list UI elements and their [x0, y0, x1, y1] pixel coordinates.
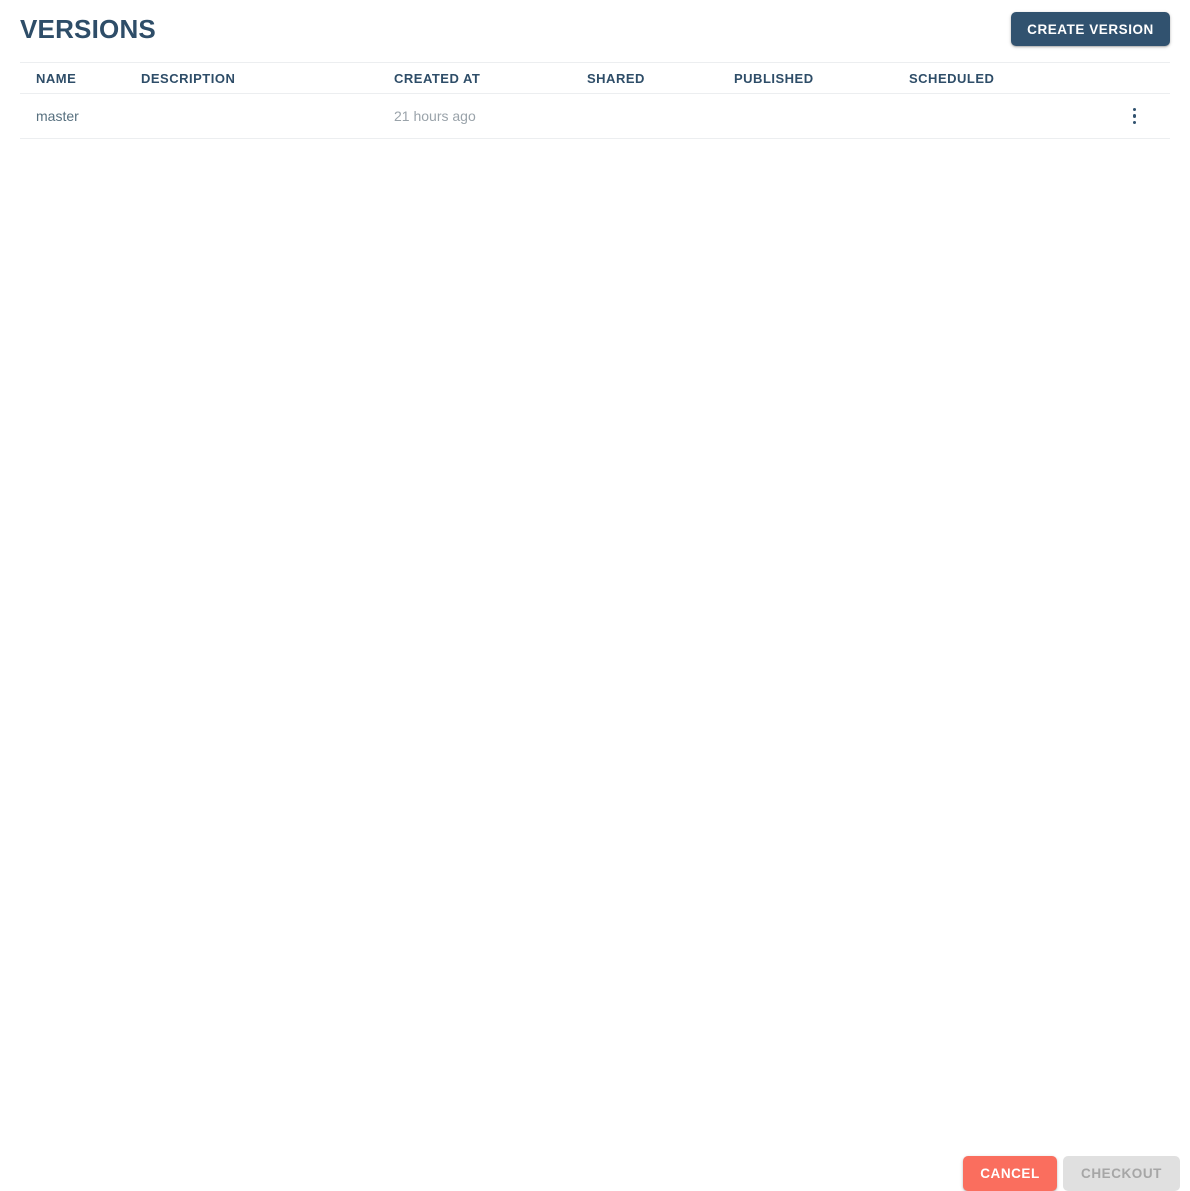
- cell-actions: [1099, 93, 1170, 139]
- column-header-shared[interactable]: SHARED: [587, 62, 734, 94]
- cancel-button[interactable]: CANCEL: [963, 1156, 1057, 1191]
- cell-scheduled: [909, 93, 1099, 139]
- cell-name: master: [20, 93, 141, 139]
- page-title: VERSIONS: [20, 14, 156, 44]
- column-header-description[interactable]: DESCRIPTION: [141, 62, 394, 94]
- checkout-button[interactable]: CHECKOUT: [1063, 1156, 1180, 1191]
- cell-shared: [587, 93, 734, 139]
- footer-actions: CANCEL CHECKOUT: [0, 575, 1190, 1191]
- more-dot: [1132, 120, 1137, 125]
- versions-page: VERSIONS CREATE VERSION NAME DESCRIPTION…: [0, 0, 1190, 1191]
- table-row[interactable]: master 21 hours ago: [20, 93, 1170, 139]
- table-header: NAME DESCRIPTION CREATED AT SHARED PUBLI…: [20, 62, 1170, 94]
- table-header-row: NAME DESCRIPTION CREATED AT SHARED PUBLI…: [20, 62, 1170, 94]
- versions-table: NAME DESCRIPTION CREATED AT SHARED PUBLI…: [20, 62, 1170, 139]
- table-body: master 21 hours ago: [20, 93, 1170, 139]
- column-header-name[interactable]: NAME: [20, 62, 141, 94]
- create-version-button[interactable]: CREATE VERSION: [1011, 12, 1170, 46]
- cell-published: [734, 93, 909, 139]
- column-header-published[interactable]: PUBLISHED: [734, 62, 909, 94]
- cell-created-at: 21 hours ago: [394, 93, 587, 139]
- column-header-scheduled[interactable]: SCHEDULED: [909, 62, 1099, 94]
- cell-description: [141, 93, 394, 139]
- more-dot: [1132, 114, 1137, 118]
- more-dot: [1132, 107, 1137, 112]
- column-header-actions: [1099, 62, 1170, 94]
- page-header: VERSIONS CREATE VERSION: [0, 0, 1190, 62]
- more-vertical-icon[interactable]: [1121, 102, 1149, 130]
- column-header-created-at[interactable]: CREATED AT: [394, 62, 587, 94]
